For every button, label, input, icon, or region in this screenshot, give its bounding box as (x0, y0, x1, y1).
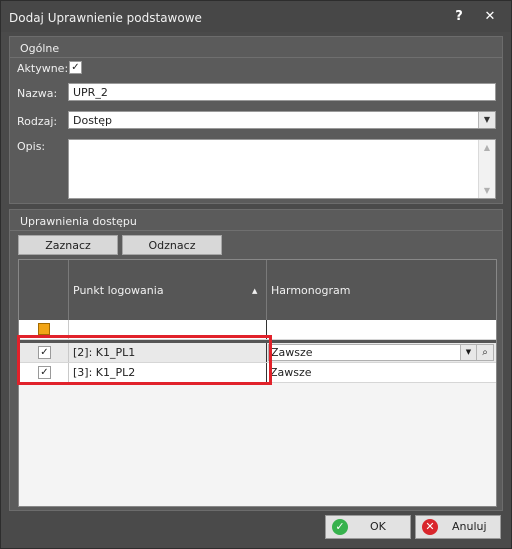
cancel-label: Anuluj (452, 520, 487, 533)
scrollbar-track[interactable]: ▲ ▼ (478, 140, 495, 198)
cancel-button[interactable]: ✕ Anuluj (415, 515, 501, 539)
grid-header: Punkt logowania ▲ Harmonogram (19, 260, 496, 320)
check-circle-icon: ✓ (332, 519, 348, 535)
active-label: Aktywne: (17, 62, 69, 75)
ok-button[interactable]: ✓ OK (325, 515, 411, 539)
cancel-circle-icon: ✕ (422, 519, 438, 535)
select-all-button[interactable]: Zaznacz wszystkie (18, 235, 118, 272)
chevron-down-icon[interactable]: ▼ (478, 112, 495, 128)
schedule-cell: Zawsze (270, 366, 312, 379)
chevron-down-icon[interactable]: ▼ (460, 345, 476, 360)
help-button[interactable]: ? (451, 9, 467, 25)
dialog-window: Dodaj Uprawnienie podstawowe ? ✕ Ogólne … (0, 0, 512, 549)
filter-checkbox-icon[interactable] (38, 323, 50, 335)
schedule-column-header[interactable]: Harmonogram (267, 260, 496, 320)
type-select-value: Dostęp (73, 114, 112, 127)
dialog-title: Dodaj Uprawnienie podstawowe (9, 11, 202, 25)
checkbox-column-header[interactable] (19, 260, 69, 320)
access-group-title: Uprawnienia dostępu (20, 215, 137, 228)
schedule-editor-value: Zawsze (271, 346, 313, 359)
description-label: Opis: (17, 140, 46, 153)
group-divider (10, 230, 502, 231)
name-label: Nazwa: (17, 87, 58, 100)
general-group: Ogólne Aktywne: ✓ Nazwa: UPR_2 Rodzaj: D… (9, 36, 503, 204)
description-scrollbar[interactable]: ▲ ▼ (478, 140, 495, 198)
schedule-header-label: Harmonogram (271, 284, 351, 297)
general-group-title: Ogólne (20, 42, 60, 55)
title-bar[interactable]: Dodaj Uprawnienie podstawowe ? ✕ (1, 1, 511, 32)
type-label: Rodzaj: (17, 115, 58, 128)
login-point-column-header[interactable]: Punkt logowania ▲ (69, 260, 267, 320)
close-button[interactable]: ✕ (482, 9, 498, 25)
schedule-editor[interactable]: Zawsze ▼ ⌕ (268, 344, 494, 361)
deselect-all-button[interactable]: Odznacz wszystkie (122, 235, 222, 272)
sort-asc-icon: ▲ (252, 287, 258, 295)
type-select[interactable]: Dostęp ▼ (68, 111, 496, 129)
name-field[interactable]: UPR_2 (68, 83, 496, 101)
description-field[interactable] (68, 139, 496, 199)
scroll-down-icon[interactable]: ▼ (479, 186, 495, 195)
login-point-header-label: Punkt logowania (73, 284, 164, 297)
search-icon[interactable]: ⌕ (476, 345, 493, 360)
highlight-box (17, 335, 272, 385)
ok-label: OK (370, 520, 386, 533)
group-divider (10, 57, 502, 58)
scroll-up-icon[interactable]: ▲ (479, 143, 495, 152)
active-checkbox[interactable]: ✓ (69, 61, 82, 74)
